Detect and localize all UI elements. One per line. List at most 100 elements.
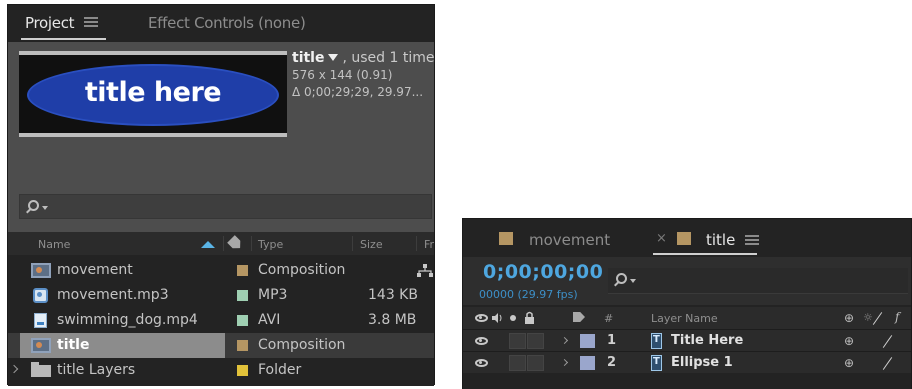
column-type[interactable]: Type	[258, 238, 283, 251]
layer-row[interactable]: 2 Ellipse 1 ⊕	[463, 351, 911, 373]
column-size[interactable]: Size	[360, 238, 383, 251]
column-divider	[416, 236, 417, 251]
list-item[interactable]: title Layers Folder	[8, 358, 434, 383]
search-dropdown-icon[interactable]	[630, 279, 636, 283]
label-swatch[interactable]	[237, 315, 248, 326]
composition-icon	[31, 263, 51, 278]
composition-swatch	[677, 232, 691, 245]
shape-layer-icon	[651, 355, 662, 371]
tab-title[interactable]: title	[706, 231, 735, 249]
effects-switch-icon[interactable]: f	[895, 310, 899, 324]
item-name: movement.mp3	[57, 287, 169, 303]
thumbnail-top-bar	[19, 51, 287, 55]
sort-ascending-icon[interactable]	[201, 241, 215, 248]
current-time-display[interactable]: 0;00;00;00	[483, 261, 603, 283]
item-type: Composition	[258, 262, 346, 278]
lock-icon[interactable]	[524, 311, 535, 324]
collapse-switch-icon[interactable]: ☼	[863, 311, 873, 324]
layer-number: 1	[607, 333, 617, 348]
label-swatch[interactable]	[237, 340, 248, 351]
item-name[interactable]: title	[292, 50, 324, 66]
column-name[interactable]: Name	[38, 238, 70, 251]
item-name: movement	[57, 262, 133, 278]
item-name: title	[57, 337, 90, 353]
solo-icon[interactable]	[510, 315, 516, 321]
tab-project[interactable]: Project	[25, 14, 75, 32]
label-swatch[interactable]	[237, 290, 248, 301]
audio-icon[interactable]	[491, 312, 504, 324]
item-type: Folder	[258, 362, 302, 378]
video-toggle-icon[interactable]	[475, 314, 488, 322]
layer-name[interactable]: Ellipse 1	[671, 355, 733, 370]
timeline-toolbar: 0;00;00;00 00000 (29.97 fps)	[463, 257, 911, 305]
item-name: title Layers	[57, 362, 136, 378]
chevron-right-icon[interactable]	[9, 364, 19, 374]
label-swatch[interactable]	[237, 265, 248, 276]
quality-switch-icon[interactable]	[882, 357, 893, 370]
shy-switch-icon[interactable]: ⊕	[844, 334, 854, 348]
layer-label-swatch[interactable]	[580, 334, 595, 348]
text-layer-icon	[651, 333, 662, 349]
item-usage: , used 1 time	[342, 50, 435, 66]
lock-toggle[interactable]	[527, 333, 544, 349]
quality-switch-icon[interactable]	[872, 312, 883, 325]
layer-name[interactable]: Title Here	[671, 333, 743, 348]
panel-menu-icon[interactable]	[84, 17, 98, 27]
solo-toggle[interactable]	[509, 355, 526, 371]
eye-icon[interactable]	[475, 359, 488, 367]
thumbnail-text: title here	[84, 77, 222, 108]
project-panel-tabs: Project Effect Controls (none)	[8, 5, 434, 42]
timeline-tabs: movement × title	[463, 219, 911, 257]
active-tab-indicator	[21, 38, 106, 40]
item-name: swimming_dog.mp4	[57, 312, 198, 328]
column-layer-name[interactable]: Layer Name	[651, 312, 718, 325]
label-tag-icon[interactable]	[573, 312, 585, 322]
panel-menu-icon[interactable]	[745, 235, 759, 245]
timeline-search-input[interactable]	[608, 268, 908, 294]
search-icon	[616, 273, 627, 284]
item-dimensions: 576 x 144 (0.91)	[292, 68, 393, 82]
list-item-selected[interactable]: title Composition	[8, 333, 434, 358]
item-size: 3.8 MB	[368, 312, 417, 328]
column-divider	[352, 236, 353, 251]
column-divider	[251, 236, 252, 251]
list-item[interactable]: movement.mp3 MP3 143 KB	[8, 283, 434, 308]
chevron-right-icon[interactable]	[560, 358, 569, 367]
layer-label-swatch[interactable]	[580, 356, 595, 370]
frame-count: 00000 (29.97 fps)	[479, 288, 578, 301]
lock-toggle[interactable]	[527, 355, 544, 371]
active-tab-indicator	[653, 253, 757, 255]
project-panel: Project Effect Controls (none) title her…	[7, 4, 437, 386]
composition-swatch	[499, 232, 513, 245]
layer-row[interactable]: 1 Title Here ⊕	[463, 329, 911, 351]
list-item[interactable]: movement Composition	[8, 258, 434, 283]
project-search-input[interactable]	[19, 194, 432, 219]
shy-switch-icon[interactable]: ⊕	[844, 356, 854, 370]
tab-effect-controls[interactable]: Effect Controls (none)	[148, 14, 306, 32]
column-number[interactable]: #	[604, 312, 613, 325]
project-preview-area: title here title , used 1 time 576 x 144 …	[8, 42, 437, 232]
item-type: Composition	[258, 337, 346, 353]
item-type: AVI	[258, 312, 281, 328]
chevron-down-icon[interactable]	[328, 54, 339, 61]
audio-file-icon	[33, 288, 48, 303]
chevron-right-icon[interactable]	[560, 336, 569, 345]
item-size: 143 KB	[368, 287, 418, 303]
tab-movement[interactable]: movement	[529, 231, 610, 249]
flowchart-icon[interactable]	[417, 264, 433, 278]
close-icon[interactable]: ×	[656, 231, 667, 246]
solo-toggle[interactable]	[509, 333, 526, 349]
column-frame-rate[interactable]: Fr	[424, 238, 434, 251]
video-file-icon	[34, 313, 47, 328]
shy-switch-icon[interactable]: ⊕	[844, 311, 854, 325]
label-tag-icon[interactable]	[227, 235, 244, 252]
timeline-column-header: # Layer Name ⊕ ☼ f	[463, 307, 911, 329]
composition-icon	[31, 338, 51, 353]
eye-icon[interactable]	[475, 337, 488, 345]
item-info: title , used 1 time 576 x 144 (0.91) Δ 0;…	[292, 50, 437, 101]
list-item[interactable]: swimming_dog.mp4 AVI 3.8 MB	[8, 308, 434, 333]
label-swatch[interactable]	[237, 365, 248, 376]
quality-switch-icon[interactable]	[882, 335, 893, 348]
search-dropdown-icon[interactable]	[42, 206, 48, 210]
timeline-footer	[463, 374, 911, 389]
